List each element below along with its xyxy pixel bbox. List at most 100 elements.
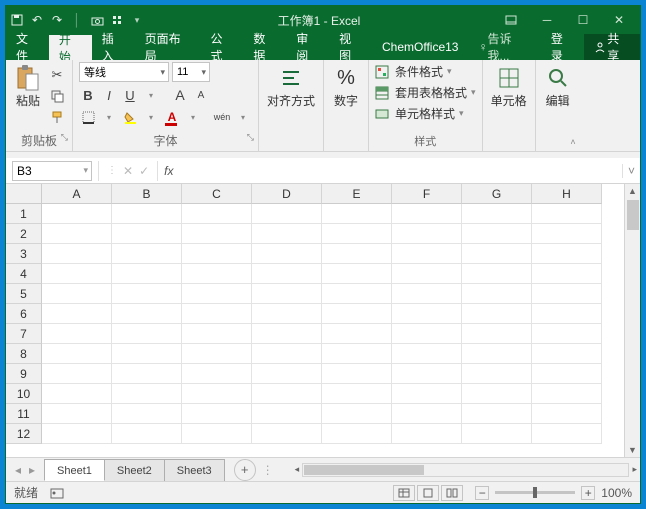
sheet-tab[interactable]: Sheet3 [164, 459, 225, 481]
cell[interactable] [392, 204, 462, 224]
cell[interactable] [112, 424, 182, 444]
expand-formula-bar-icon[interactable]: ˅ [622, 164, 640, 178]
cell[interactable] [392, 244, 462, 264]
cell[interactable] [112, 264, 182, 284]
cell[interactable] [532, 384, 602, 404]
cell[interactable] [42, 264, 112, 284]
border-menu-icon[interactable]: ▾ [100, 108, 118, 126]
cell[interactable] [182, 344, 252, 364]
editing-button[interactable]: 编辑 [542, 62, 574, 111]
cell[interactable] [462, 384, 532, 404]
cell[interactable] [532, 324, 602, 344]
zoom-level[interactable]: 100% [601, 486, 632, 500]
row-header[interactable]: 6 [6, 304, 42, 324]
cell[interactable] [392, 264, 462, 284]
row-header[interactable]: 11 [6, 404, 42, 424]
col-header[interactable]: C [182, 184, 252, 204]
cell[interactable] [112, 364, 182, 384]
cell[interactable] [252, 224, 322, 244]
cell[interactable] [392, 304, 462, 324]
cell[interactable] [532, 204, 602, 224]
redo-icon[interactable]: ↷ [50, 13, 64, 27]
cell[interactable] [112, 384, 182, 404]
cell[interactable] [322, 344, 392, 364]
row-header[interactable]: 5 [6, 284, 42, 304]
dialog-launcher-icon[interactable]: ⤡ [61, 132, 68, 143]
underline-menu-icon[interactable]: ▾ [142, 86, 160, 104]
cell[interactable] [182, 324, 252, 344]
row-header[interactable]: 10 [6, 384, 42, 404]
tab-file[interactable]: 文件 [6, 34, 49, 60]
cell[interactable] [252, 264, 322, 284]
vertical-scrollbar[interactable]: ▲ ▼ [624, 184, 640, 457]
conditional-format-button[interactable]: 条件格式 ▾ [375, 62, 476, 81]
cell[interactable] [392, 324, 462, 344]
cell[interactable] [532, 244, 602, 264]
cancel-formula-icon[interactable]: ✕ [123, 164, 133, 178]
cell[interactable] [462, 404, 532, 424]
tab-review[interactable]: 审阅 [286, 34, 329, 60]
cell[interactable] [392, 384, 462, 404]
cell[interactable] [182, 364, 252, 384]
cell[interactable] [462, 364, 532, 384]
number-format-button[interactable]: % 数字 [330, 62, 362, 111]
cells-button[interactable]: 单元格 [489, 62, 529, 111]
col-header[interactable]: F [392, 184, 462, 204]
name-box[interactable]: B3 [12, 161, 92, 181]
cell[interactable] [322, 244, 392, 264]
copy-icon[interactable] [48, 87, 66, 105]
cell[interactable] [322, 364, 392, 384]
cell[interactable] [112, 304, 182, 324]
cell[interactable] [182, 264, 252, 284]
cell[interactable] [252, 204, 322, 224]
cell[interactable] [42, 224, 112, 244]
row-header[interactable]: 1 [6, 204, 42, 224]
cell[interactable] [252, 424, 322, 444]
cell[interactable] [112, 204, 182, 224]
col-header[interactable]: H [532, 184, 602, 204]
cell[interactable] [462, 324, 532, 344]
expand-namebox-icon[interactable]: ⋮ [107, 165, 117, 176]
cell[interactable] [42, 324, 112, 344]
col-header[interactable]: G [462, 184, 532, 204]
scroll-right-icon[interactable]: ▸ [629, 464, 640, 475]
minimize-icon[interactable]: ─ [530, 10, 564, 30]
cell[interactable] [462, 284, 532, 304]
formula-input[interactable] [179, 161, 622, 181]
collapse-ribbon-icon[interactable]: ˄ [570, 137, 575, 147]
cell[interactable] [42, 244, 112, 264]
zoom-out-button[interactable]: − [475, 486, 489, 500]
view-page-layout-icon[interactable] [417, 485, 439, 501]
cell[interactable] [392, 344, 462, 364]
cell[interactable] [42, 424, 112, 444]
phonetic-menu-icon[interactable]: ▾ [234, 108, 252, 126]
tab-formulas[interactable]: 公式 [200, 34, 243, 60]
scroll-down-icon[interactable]: ▼ [626, 443, 639, 457]
cell[interactable] [112, 344, 182, 364]
cell[interactable] [322, 424, 392, 444]
format-painter-icon[interactable] [48, 108, 66, 126]
save-icon[interactable] [10, 13, 24, 27]
col-header[interactable]: A [42, 184, 112, 204]
cell[interactable] [532, 404, 602, 424]
login-button[interactable]: 登录 [541, 34, 584, 60]
row-header[interactable]: 4 [6, 264, 42, 284]
bold-button[interactable]: B [79, 86, 97, 104]
cell[interactable] [42, 364, 112, 384]
cell[interactable] [322, 384, 392, 404]
increase-font-button[interactable]: A [171, 86, 189, 104]
border-button[interactable] [79, 108, 97, 126]
cell[interactable] [462, 424, 532, 444]
cell-styles-button[interactable]: 单元格样式 ▾ [375, 104, 476, 123]
sheet-nav-next-icon[interactable]: ▸ [26, 463, 38, 477]
tell-me[interactable]: ♀ 告诉我... [468, 34, 540, 60]
row-header[interactable]: 3 [6, 244, 42, 264]
cell[interactable] [532, 284, 602, 304]
cell[interactable] [182, 284, 252, 304]
cell[interactable] [182, 244, 252, 264]
cell[interactable] [252, 404, 322, 424]
cell[interactable] [462, 264, 532, 284]
cell[interactable] [462, 224, 532, 244]
close-icon[interactable]: ✕ [602, 10, 636, 30]
cell[interactable] [182, 384, 252, 404]
